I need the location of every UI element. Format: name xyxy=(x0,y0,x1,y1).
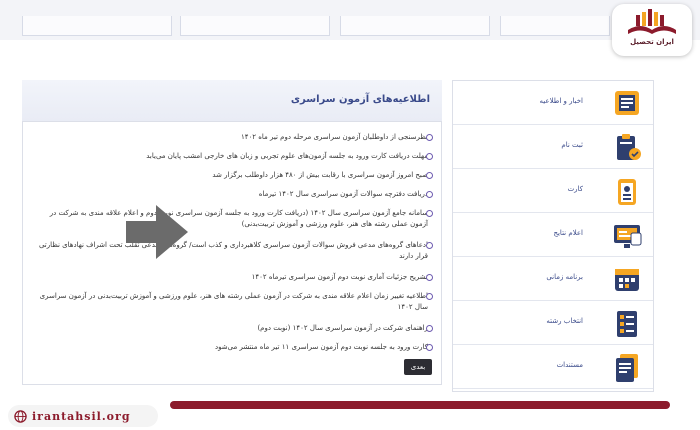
announcement-item[interactable]: تشریح جزئیات آماری نوبت دوم آزمون سراسری… xyxy=(38,272,428,283)
book-logo-icon xyxy=(628,9,676,34)
bullet-circle-icon xyxy=(426,191,433,198)
list-select-icon xyxy=(617,311,637,337)
side-menu-item[interactable]: برنامه زمانی xyxy=(453,257,653,301)
announcements-title: اطلاعیه‌های آزمون سراسری xyxy=(290,94,430,105)
announcement-text[interactable]: صبح امروز آزمون سراسری با رقابت بیش از ۴… xyxy=(212,171,428,179)
top-tab[interactable] xyxy=(22,16,172,36)
clipboard-edit-icon xyxy=(617,134,641,160)
bullet-circle-icon xyxy=(426,242,433,249)
side-menu-item[interactable]: ثبت نام xyxy=(453,125,653,169)
logo-text: ایران تحصیل xyxy=(630,38,674,46)
announcements-box xyxy=(22,80,442,385)
announcement-text[interactable]: اطلاعیه تغییر زمان اعلام علاقه مندی به ش… xyxy=(40,292,428,311)
side-menu-label: کارت xyxy=(567,185,583,193)
announcement-text[interactable]: نظرسنجی از داوطلبان آزمون سراسری مرحله د… xyxy=(241,133,428,141)
side-menu-item[interactable]: کارت xyxy=(453,169,653,213)
arrow-right-icon xyxy=(126,205,188,259)
announcement-text[interactable]: سامانه جامع آزمون سراسری سال ۱۴۰۲ (دریاف… xyxy=(50,209,428,228)
top-tab[interactable] xyxy=(180,16,330,36)
side-menu-label: برنامه زمانی xyxy=(546,273,583,281)
announcement-text[interactable]: ادعاهای گروه‌های مدعی فروش سوالات آزمون … xyxy=(39,241,428,260)
announcement-item[interactable]: صبح امروز آزمون سراسری با رقابت بیش از ۴… xyxy=(38,170,428,181)
top-tab[interactable] xyxy=(340,16,490,36)
announcement-text[interactable]: راهنمای شرکت در آزمون سراسری سال ۱۴۰۲ (ن… xyxy=(257,324,428,332)
announcement-item[interactable]: کارت ورود به جلسه نوبت دوم آزمون سراسری … xyxy=(38,342,428,353)
announcement-item[interactable]: نظرسنجی از داوطلبان آزمون سراسری مرحله د… xyxy=(38,132,428,143)
bullet-circle-icon xyxy=(426,325,433,332)
announcement-text[interactable]: مهلت دریافت کارت ورود به جلسه آزمون‌های … xyxy=(146,152,428,160)
announcement-item[interactable]: راهنمای شرکت در آزمون سراسری سال ۱۴۰۲ (ن… xyxy=(38,323,428,334)
bullet-circle-icon xyxy=(426,210,433,217)
side-menu-label: مستندات xyxy=(556,361,583,369)
newspaper-icon xyxy=(615,91,639,115)
bullet-circle-icon xyxy=(426,274,433,281)
announcement-text[interactable]: کارت ورود به جلسه نوبت دوم آزمون سراسری … xyxy=(215,343,428,351)
bullet-circle-icon xyxy=(426,153,433,160)
side-menu-item[interactable]: انتخاب رشته xyxy=(453,301,653,345)
announcement-item[interactable]: دریافت دفترچه سوالات آزمون سراسری سال ۱۴… xyxy=(38,189,428,200)
bullet-circle-icon xyxy=(426,344,433,351)
id-card-icon xyxy=(618,179,636,205)
announcement-item[interactable]: سامانه جامع آزمون سراسری سال ۱۴۰۲ (دریاف… xyxy=(38,208,428,230)
announcement-text[interactable]: دریافت دفترچه سوالات آزمون سراسری سال ۱۴… xyxy=(259,190,428,198)
top-tab[interactable] xyxy=(500,16,610,36)
top-strip xyxy=(0,0,700,40)
bullet-circle-icon xyxy=(426,293,433,300)
side-menu-item[interactable]: اعلام نتایج xyxy=(453,213,653,257)
site-url-badge[interactable]: irantahsil.org xyxy=(8,405,158,427)
announcements-header: اطلاعیه‌های آزمون سراسری xyxy=(22,80,442,122)
brand-logo[interactable]: ایران تحصیل xyxy=(612,4,692,56)
announcement-item[interactable]: مهلت دریافت کارت ورود به جلسه آزمون‌های … xyxy=(38,151,428,162)
documents-icon xyxy=(616,354,638,382)
bullet-circle-icon xyxy=(426,134,433,141)
globe-icon xyxy=(14,409,27,423)
side-menu-label: انتخاب رشته xyxy=(546,317,583,325)
next-button[interactable]: بعدی xyxy=(404,359,432,375)
bullet-circle-icon xyxy=(426,172,433,179)
side-menu-item[interactable]: مستندات xyxy=(453,345,653,389)
announcement-item[interactable]: اطلاعیه تغییر زمان اعلام علاقه مندی به ش… xyxy=(38,291,428,313)
announcement-item[interactable]: ادعاهای گروه‌های مدعی فروش سوالات آزمون … xyxy=(38,240,428,262)
side-menu-label: اعلام نتایج xyxy=(553,229,583,237)
bottom-accent-bar xyxy=(170,401,670,409)
site-url: irantahsil.org xyxy=(32,409,131,423)
calendar-icon xyxy=(615,269,639,291)
announcement-text[interactable]: تشریح جزئیات آماری نوبت دوم آزمون سراسری… xyxy=(252,273,428,281)
side-menu-label: ثبت نام xyxy=(561,141,583,149)
monitor-results-icon xyxy=(614,225,642,248)
side-menu-label: اخبار و اطلاعیه xyxy=(539,97,583,105)
side-menu-item[interactable]: اخبار و اطلاعیه xyxy=(453,81,653,125)
